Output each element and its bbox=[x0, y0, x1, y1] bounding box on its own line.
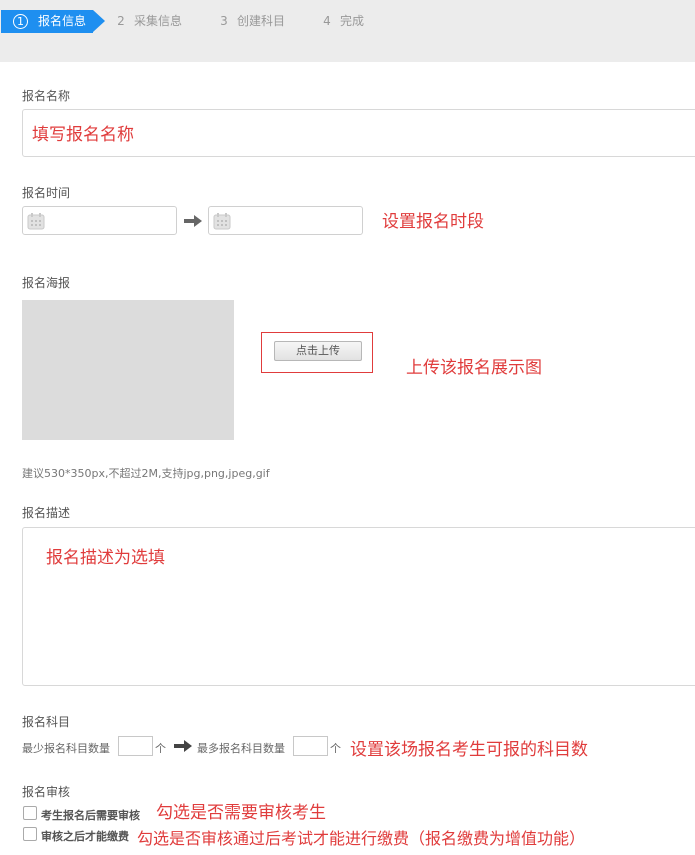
review-checkbox-label: 考生报名后需要审核 bbox=[41, 809, 140, 822]
upload-button[interactable]: 点击上传 bbox=[274, 341, 362, 361]
pay-checkbox[interactable] bbox=[23, 827, 37, 841]
max-subjects-label: 最多报名科目数量 bbox=[197, 742, 285, 755]
step-label: 报名信息 bbox=[38, 14, 87, 28]
calendar-icon bbox=[213, 213, 231, 230]
pay-checkbox-label: 审核之后才能缴费 bbox=[41, 830, 129, 843]
step-bar: 1 报名信息 2 采集信息 3 创建科目 4 完成 bbox=[0, 0, 695, 62]
time-label: 报名时间 bbox=[22, 186, 71, 200]
calendar-icon bbox=[27, 213, 45, 230]
annotation-time: 设置报名时段 bbox=[382, 212, 484, 232]
step-number: 2 bbox=[117, 14, 125, 28]
name-label: 报名名称 bbox=[22, 89, 71, 103]
desc-label: 报名描述 bbox=[22, 506, 71, 520]
min-subjects-input[interactable] bbox=[118, 736, 153, 756]
step-3[interactable]: 3 创建科目 bbox=[217, 10, 285, 33]
end-date-input[interactable] bbox=[208, 206, 363, 235]
arrow-right-icon bbox=[174, 740, 192, 752]
annotation-pay: 勾选是否审核通过后考试才能进行缴费（报名缴费为增值功能） bbox=[137, 829, 586, 848]
annotation-upload: 上传该报名展示图 bbox=[406, 358, 542, 378]
step-1-active[interactable]: 1 报名信息 bbox=[1, 10, 105, 33]
annotation-review: 勾选是否需要审核考生 bbox=[156, 803, 326, 823]
step-number: 4 bbox=[323, 14, 331, 28]
poster-preview bbox=[22, 300, 234, 440]
poster-hint: 建议530*350px,不超过2M,支持jpg,png,jpeg,gif bbox=[22, 467, 270, 480]
max-subjects-input[interactable] bbox=[293, 736, 328, 756]
step-2[interactable]: 2 采集信息 bbox=[114, 10, 182, 33]
annotation-desc: 报名描述为选填 bbox=[46, 548, 165, 568]
step-number: 1 bbox=[13, 14, 28, 29]
arrow-right-icon bbox=[184, 215, 202, 227]
review-label: 报名审核 bbox=[22, 785, 71, 799]
poster-label: 报名海报 bbox=[22, 276, 71, 290]
annotation-name: 填写报名名称 bbox=[32, 125, 134, 145]
subject-label: 报名科目 bbox=[22, 715, 71, 729]
step-4[interactable]: 4 完成 bbox=[320, 10, 364, 33]
step-label: 创建科目 bbox=[237, 14, 286, 28]
annotation-subjects: 设置该场报名考生可报的科目数 bbox=[350, 740, 588, 760]
step-label: 采集信息 bbox=[134, 14, 183, 28]
max-unit: 个 bbox=[330, 742, 341, 755]
review-checkbox[interactable] bbox=[23, 806, 37, 820]
min-subjects-label: 最少报名科目数量 bbox=[22, 742, 110, 755]
step-number: 3 bbox=[220, 14, 228, 28]
min-unit: 个 bbox=[155, 742, 166, 755]
step-label: 完成 bbox=[340, 14, 365, 28]
start-date-input[interactable] bbox=[22, 206, 177, 235]
